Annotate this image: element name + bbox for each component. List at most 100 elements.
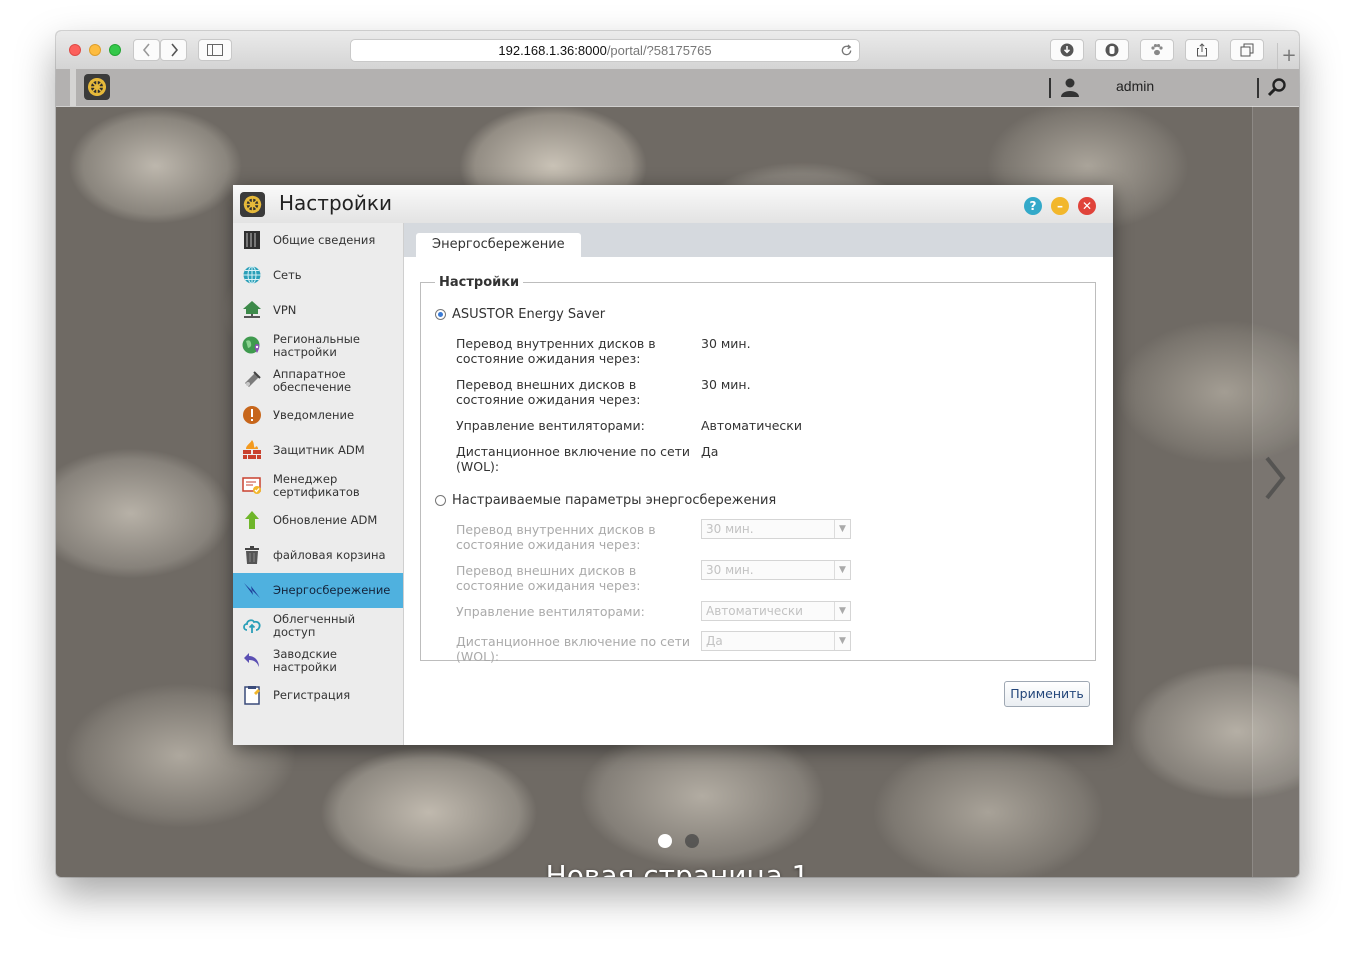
fan-control-label: Управление вентиляторами:	[456, 418, 645, 433]
url-path: /portal/?58175765	[606, 43, 712, 58]
sidebar-item-hardware[interactable]: Аппаратное обеспечение	[233, 363, 403, 398]
sidebar-icon	[207, 44, 223, 56]
plus-icon: +	[1281, 45, 1297, 66]
select-value: Автоматически	[706, 604, 803, 618]
sidebar-item-notification[interactable]: Уведомление	[233, 398, 403, 433]
sidebar-item-certificates[interactable]: Менеджер сертификатов	[233, 468, 403, 503]
desktop-page-label: Новая страница 1	[545, 859, 810, 877]
sidebar-item-ez-connect[interactable]: Облегченный доступ	[233, 608, 403, 643]
taskbar-edge	[70, 69, 76, 106]
custom-option-label: Настраиваемые параметры энергосбережения	[452, 493, 777, 508]
sidebar-item-label: Менеджер сертификатов	[273, 471, 360, 499]
globe-icon	[243, 266, 261, 284]
chevron-down-icon: ▼	[834, 561, 850, 579]
close-window-button[interactable]	[69, 44, 81, 56]
recycle-bin-icon	[245, 546, 259, 564]
sidebar-item-network[interactable]: Сеть	[233, 258, 403, 293]
sidebar-item-label: Заводские настройки	[273, 646, 338, 674]
fan-control-value: Автоматически	[701, 418, 802, 433]
energy-icon	[244, 583, 260, 598]
settings-content: Энергосбережение Настройки ASUSTOR Energ…	[404, 223, 1113, 745]
preset-energy-option[interactable]: ASUSTOR Energy Saver	[435, 307, 605, 322]
notification-icon	[243, 406, 261, 424]
minimize-button[interactable]: –	[1051, 197, 1069, 215]
back-button[interactable]	[133, 39, 160, 61]
chevron-right-icon[interactable]	[1263, 456, 1287, 500]
custom-external-disk-label: Перевод внешних дисков в состояние ожида…	[456, 563, 641, 593]
sidebar-item-label: Обновление ADM	[273, 513, 378, 527]
custom-wol-select[interactable]: Да ▼	[701, 631, 851, 651]
sidebar-item-label: Защитник ADM	[273, 443, 365, 457]
downloads-button[interactable]	[1050, 39, 1084, 61]
new-tab-button[interactable]: +	[1277, 43, 1299, 69]
sidebar-item-vpn[interactable]: VPN	[233, 293, 403, 328]
custom-external-disk-select[interactable]: 30 мин. ▼	[701, 560, 851, 580]
settings-window-title: Настройки	[279, 191, 392, 215]
desktop-next-page-area[interactable]	[1252, 106, 1299, 877]
zoom-window-button[interactable]	[109, 44, 121, 56]
apply-button[interactable]: Применить	[1004, 681, 1090, 707]
sidebar-item-adm-update[interactable]: Обновление ADM	[233, 503, 403, 538]
extension-button[interactable]	[1095, 39, 1129, 61]
browser-toolbar: 192.168.1.36:8000/portal/?58175765 +	[56, 31, 1299, 70]
sidebar-item-label: Уведомление	[273, 408, 355, 422]
preset-radio-button[interactable]	[435, 309, 446, 320]
tab-strip: Энергосбережение	[404, 223, 1113, 257]
firewall-icon	[243, 440, 261, 459]
sidebar-item-factory-reset[interactable]: Заводские настройки	[233, 643, 403, 678]
user-icon[interactable]	[1060, 77, 1080, 97]
settings-sidebar: Общие сведения Сеть VPN Региональные нас…	[233, 223, 404, 745]
url-host: 192.168.1.36:8000	[498, 43, 607, 58]
custom-radio-button[interactable]	[435, 495, 446, 506]
reset-icon	[244, 653, 259, 667]
internal-disk-standby-value: 30 мин.	[701, 336, 751, 351]
settings-window: Настройки ? – ✕ Общие сведения Сеть VPN …	[233, 185, 1113, 745]
paw-extension-button[interactable]	[1140, 39, 1174, 61]
sidebar-item-registration[interactable]: Регистрация	[233, 678, 403, 713]
external-disk-standby-label: Перевод внешних дисков в состояние ожида…	[456, 377, 641, 407]
minus-icon: –	[1057, 199, 1063, 213]
settings-app-taskbar-icon[interactable]	[84, 74, 110, 100]
external-disk-standby-value: 30 мин.	[701, 377, 751, 392]
update-icon	[245, 511, 259, 529]
minimize-window-button[interactable]	[89, 44, 101, 56]
close-icon: ✕	[1081, 199, 1093, 213]
sidebar-item-general[interactable]: Общие сведения	[233, 223, 403, 258]
sidebar-item-regional[interactable]: Региональные настройки	[233, 328, 403, 363]
page-indicator-dot[interactable]	[685, 834, 699, 848]
help-button[interactable]: ?	[1024, 197, 1042, 215]
registration-icon	[244, 686, 260, 705]
help-icon: ?	[1029, 199, 1037, 213]
sidebar-item-energy-saving[interactable]: Энергосбережение	[233, 573, 403, 608]
custom-energy-option[interactable]: Настраиваемые параметры энергосбережения	[435, 493, 776, 508]
sidebar-item-label: Сеть	[273, 268, 302, 282]
internal-disk-standby-label: Перевод внутренних дисков в состояние ож…	[456, 336, 656, 366]
tabs-overview-button[interactable]	[1230, 39, 1264, 61]
close-button[interactable]: ✕	[1078, 197, 1096, 215]
select-value: Да	[706, 634, 723, 648]
reload-icon[interactable]	[840, 44, 853, 57]
chevron-left-icon	[142, 43, 150, 57]
sidebar-item-recycle-bin[interactable]: файловая корзина	[233, 538, 403, 573]
page-indicator-dot-active[interactable]	[658, 834, 672, 848]
shield-icon	[1105, 43, 1119, 57]
taskbar-divider	[1049, 78, 1051, 98]
share-icon	[1197, 43, 1207, 57]
select-value: 30 мин.	[706, 522, 754, 536]
custom-fan-control-select[interactable]: Автоматически ▼	[701, 601, 851, 621]
address-bar[interactable]: 192.168.1.36:8000/portal/?58175765	[350, 39, 860, 62]
wol-value: Да	[701, 444, 719, 459]
custom-fan-control-label: Управление вентиляторами:	[456, 604, 645, 619]
sidebar-item-adm-defender[interactable]: Защитник ADM	[233, 433, 403, 468]
sidebar-item-label: Региональные настройки	[273, 331, 360, 359]
share-button[interactable]	[1185, 39, 1219, 61]
custom-internal-disk-select[interactable]: 30 мин. ▼	[701, 519, 851, 539]
username-label[interactable]: admin	[1116, 78, 1154, 94]
tab-energy-saving[interactable]: Энергосбережение	[416, 233, 581, 257]
tabs-icon	[1240, 43, 1254, 57]
sidebar-toggle-button[interactable]	[198, 39, 232, 61]
forward-button[interactable]	[160, 39, 187, 61]
search-icon[interactable]	[1267, 77, 1287, 97]
settings-window-header[interactable]: Настройки ? – ✕	[233, 185, 1113, 224]
sidebar-item-label: Общие сведения	[273, 233, 376, 247]
